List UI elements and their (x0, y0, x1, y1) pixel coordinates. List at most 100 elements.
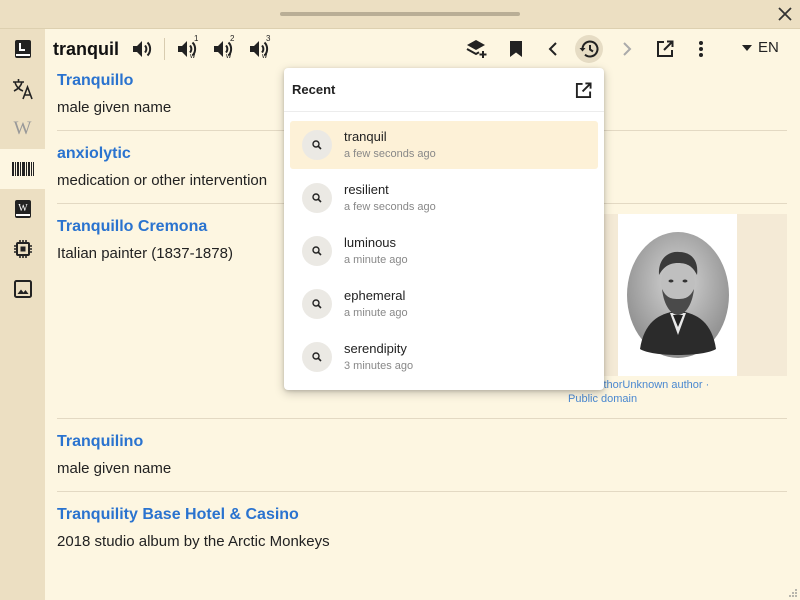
image-caption-license[interactable]: Public domain (568, 392, 788, 406)
search-icon-badge (302, 130, 332, 160)
search-icon-badge (302, 236, 332, 266)
speaker-source: w (262, 53, 268, 60)
close-button[interactable] (774, 3, 796, 25)
search-icon-badge (302, 183, 332, 213)
portrait-image[interactable] (618, 214, 737, 376)
image-icon (13, 280, 32, 298)
bookmark-icon (510, 41, 522, 57)
divider (57, 418, 787, 419)
recent-item[interactable]: ephemeral a minute ago (290, 280, 598, 328)
sidebar-item-wikisource[interactable]: W (0, 189, 45, 229)
speaker-number: 1 (194, 34, 199, 43)
recent-item[interactable]: resilient a few seconds ago (290, 174, 598, 222)
back-button[interactable] (541, 37, 565, 61)
wiki-book-icon: W (14, 200, 31, 218)
pronounce-wiki-3-button[interactable]: 3 w (245, 34, 273, 61)
chip-icon (13, 240, 32, 258)
result-description: male given name (57, 460, 172, 477)
sidebar-item-wikidata[interactable] (0, 149, 45, 189)
toolbar-separator (164, 38, 165, 60)
result-description: medication or other intervention (57, 172, 268, 189)
result-description: 2018 studio album by the Arctic Monkeys (57, 533, 330, 550)
pronounce-button[interactable] (130, 37, 154, 61)
recent-time: 3 minutes ago (344, 360, 414, 372)
pronounce-wiki-1-button[interactable]: 1 w (173, 34, 201, 61)
recent-term: ephemeral (344, 288, 406, 303)
speaker-number: 3 (266, 34, 271, 43)
language-select[interactable]: EN (742, 39, 779, 56)
caret-down-icon (742, 44, 752, 51)
recent-time: a minute ago (344, 307, 408, 319)
speaker-icon (133, 41, 152, 57)
recent-time: a few seconds ago (344, 201, 436, 213)
svg-text:W: W (18, 203, 28, 214)
forward-button[interactable] (615, 37, 639, 61)
search-word[interactable]: tranquil (53, 39, 119, 60)
title-bar[interactable] (0, 0, 800, 29)
search-icon (312, 352, 322, 362)
popup-title: Recent (292, 82, 336, 97)
history-icon (579, 40, 599, 58)
recent-time: a few seconds ago (344, 148, 436, 160)
search-icon (312, 140, 322, 150)
open-external-icon (575, 81, 592, 98)
sidebar-item-wikipedia[interactable]: W (0, 109, 45, 149)
history-button[interactable] (575, 35, 603, 63)
popup-header: Recent (284, 68, 604, 112)
divider (57, 491, 787, 492)
result-item: Tranquillo Cremona Italian painter (1837… (57, 218, 233, 262)
sidebar-item-images[interactable] (0, 269, 45, 309)
result-title[interactable]: Tranquilino (57, 433, 171, 451)
open-history-button[interactable] (572, 79, 594, 101)
sidebar: W W (0, 29, 45, 600)
recent-term: serendipity (344, 341, 407, 356)
recent-item[interactable]: tranquil a few seconds ago (290, 121, 598, 169)
search-icon (312, 299, 322, 309)
recent-item[interactable]: serendipity 3 minutes ago (290, 333, 598, 381)
result-title[interactable]: Tranquillo Cremona (57, 218, 233, 236)
sidebar-item-chip[interactable] (0, 229, 45, 269)
result-description: male given name (57, 99, 172, 116)
recent-time: a minute ago (344, 254, 408, 266)
pronounce-wiki-2-button[interactable]: 2 w (209, 34, 237, 61)
close-icon (778, 7, 792, 21)
result-title[interactable]: Tranquillo (57, 72, 171, 90)
drag-handle[interactable] (280, 12, 520, 16)
search-icon-badge (302, 289, 332, 319)
sidebar-item-translate[interactable] (0, 69, 45, 109)
open-external-button[interactable] (653, 37, 677, 61)
language-value: EN (758, 39, 779, 56)
recent-item[interactable]: luminous a minute ago (290, 227, 598, 275)
recent-term: resilient (344, 182, 389, 197)
recent-term: tranquil (344, 129, 387, 144)
chevron-right-icon (623, 42, 632, 56)
add-to-wordbook-button[interactable] (465, 37, 489, 61)
barcode-icon (11, 162, 34, 176)
layers-plus-icon (466, 40, 487, 58)
recent-history-popup: Recent tranquil a few seconds ago resili… (284, 68, 604, 390)
search-icon (312, 246, 322, 256)
more-menu-button[interactable] (691, 37, 711, 61)
sidebar-item-dictionary[interactable] (0, 29, 45, 69)
result-item: Tranquilino male given name (57, 433, 171, 477)
result-title[interactable]: anxiolytic (57, 145, 267, 163)
result-item: Tranquility Base Hotel & Casino 2018 stu… (57, 506, 330, 550)
open-external-icon (657, 40, 674, 57)
toolbar: tranquil 1 w 2 w 3 w EN (45, 29, 800, 69)
resize-grip-icon[interactable] (788, 588, 798, 598)
more-vert-icon (699, 41, 703, 57)
result-item: Tranquillo male given name (57, 72, 171, 116)
recent-term: luminous (344, 235, 397, 250)
search-icon (312, 193, 322, 203)
dictionary-icon (14, 40, 31, 58)
portrait-photo (626, 232, 729, 358)
bookmark-button[interactable] (504, 37, 528, 61)
result-title[interactable]: Tranquility Base Hotel & Casino (57, 506, 330, 524)
speaker-source: w (226, 53, 232, 60)
wikipedia-icon: W (13, 118, 32, 139)
speaker-source: w (190, 53, 196, 60)
result-item: anxiolytic medication or other intervent… (57, 145, 267, 189)
chevron-left-icon (548, 42, 557, 56)
search-icon-badge (302, 342, 332, 372)
speaker-number: 2 (230, 34, 235, 43)
